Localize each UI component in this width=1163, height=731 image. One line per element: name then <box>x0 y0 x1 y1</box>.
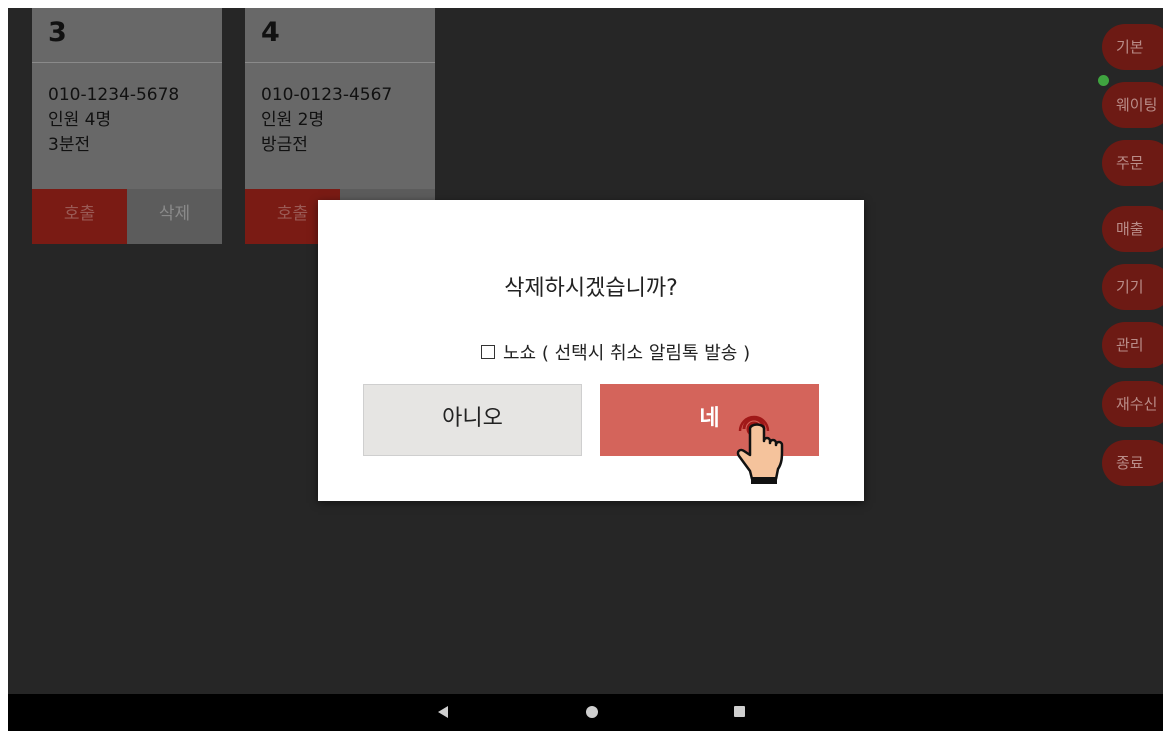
checkbox-icon[interactable] <box>481 345 495 359</box>
tap-hand-icon <box>736 415 784 484</box>
side-menu-order[interactable]: 주문 <box>1102 140 1163 186</box>
elapsed-time: 3분전 <box>48 135 91 155</box>
call-button[interactable]: 호출 <box>32 189 127 244</box>
noshow-label: 노쇼 ( 선택시 취소 알림톡 발송 ) <box>503 343 751 364</box>
online-status-dot <box>1098 75 1109 86</box>
dialog-title: 삭제하시겠습니까? <box>504 276 678 301</box>
waiting-number: 4 <box>245 8 435 63</box>
card-actions: 호출 삭제 <box>32 189 222 244</box>
no-button[interactable]: 아니오 <box>363 384 582 456</box>
side-menu-resync[interactable]: 재수신 <box>1102 381 1163 427</box>
elapsed-time: 방금전 <box>261 135 308 155</box>
waiting-info: 010-0123-4567 인원 2명 방금전 <box>245 63 435 169</box>
home-icon[interactable] <box>586 706 598 718</box>
waiting-number: 3 <box>32 8 222 63</box>
side-menu-device[interactable]: 기기 <box>1102 264 1163 310</box>
side-menu-exit[interactable]: 종료 <box>1102 440 1163 486</box>
side-menu-sales[interactable]: 매출 <box>1102 206 1163 252</box>
back-icon[interactable] <box>438 706 448 718</box>
waiting-card: 3 010-1234-5678 인원 4명 3분전 호출 삭제 <box>32 8 222 244</box>
party-size: 인원 4명 <box>48 110 112 130</box>
android-nav-bar <box>8 694 1163 731</box>
noshow-checkbox[interactable]: 노쇼 ( 선택시 취소 알림톡 발송 ) <box>481 339 750 365</box>
side-menu-waiting[interactable]: 웨이팅 <box>1102 82 1163 128</box>
waiting-board: 3 010-1234-5678 인원 4명 3분전 호출 삭제 4 010-01… <box>8 8 1163 694</box>
delete-button[interactable]: 삭제 <box>127 189 222 244</box>
phone-number: 010-0123-4567 <box>261 85 393 105</box>
phone-number: 010-1234-5678 <box>48 85 180 105</box>
recent-apps-icon[interactable] <box>734 706 745 717</box>
waiting-info: 010-1234-5678 인원 4명 3분전 <box>32 63 222 169</box>
party-size: 인원 2명 <box>261 110 325 130</box>
yes-button-label: 네 <box>699 406 720 431</box>
side-menu-manage[interactable]: 관리 <box>1102 322 1163 368</box>
side-menu-basic[interactable]: 기본 <box>1102 24 1163 70</box>
device-screen: 3 010-1234-5678 인원 4명 3분전 호출 삭제 4 010-01… <box>8 8 1163 731</box>
delete-confirm-dialog: 삭제하시겠습니까? 노쇼 ( 선택시 취소 알림톡 발송 ) 아니오 네 <box>318 200 864 501</box>
